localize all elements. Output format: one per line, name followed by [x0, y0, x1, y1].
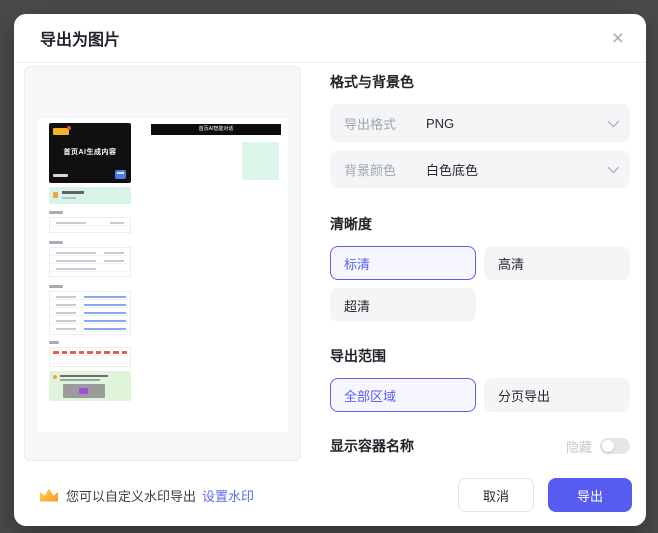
background-color-value: 白色底色 [426, 160, 478, 179]
close-icon[interactable]: × [608, 26, 628, 51]
preview-section-titlebar: 首页AI智能对话 [151, 124, 281, 135]
footer-buttons: 取消 导出 [458, 478, 632, 512]
background-color-label: 背景颜色 [344, 160, 426, 179]
preview-table-red-header [49, 347, 131, 367]
crown-icon [40, 489, 58, 502]
preview-cover-title: 首页AI生成内容 [49, 147, 131, 157]
preview-cover-badge-icon [115, 170, 126, 179]
clarity-options: 标清 高清 超清 [330, 246, 630, 322]
preview-highlight-banner [49, 187, 131, 204]
container-name-row: 显示容器名称 隐藏 [330, 436, 630, 456]
dialog-header: 导出为图片 × [14, 14, 646, 63]
range-option-all[interactable]: 全部区域 [330, 378, 476, 412]
settings-column: 格式与背景色 导出格式 PNG 背景颜色 白色底色 清晰度 标清 高清 超清 导… [330, 66, 630, 456]
container-name-label: 显示容器名称 [330, 436, 414, 456]
preview-cover-subtext [53, 174, 68, 177]
preview-note-box [49, 371, 131, 401]
clarity-section-heading: 清晰度 [330, 214, 630, 234]
preview-panel: 首页AI生成内容 首页AI智能对话 [24, 66, 301, 461]
export-image-dialog: 导出为图片 × 首页AI生成内容 首页AI智能对话 [14, 14, 646, 526]
chevron-down-icon [608, 162, 619, 173]
preview-note-image [63, 384, 105, 398]
export-button[interactable]: 导出 [548, 478, 632, 512]
watermark-hint-text: 您可以自定义水印导出 [66, 486, 196, 505]
preview-table [49, 217, 131, 233]
cancel-button[interactable]: 取消 [458, 478, 534, 512]
export-format-select[interactable]: 导出格式 PNG [330, 104, 630, 142]
format-section-heading: 格式与背景色 [330, 72, 630, 92]
clarity-option-hd[interactable]: 高清 [484, 246, 630, 280]
preview-mint-block [242, 142, 279, 180]
clarity-option-sd[interactable]: 标清 [330, 246, 476, 280]
dialog-title: 导出为图片 [40, 26, 120, 50]
export-format-value: PNG [426, 116, 454, 131]
preview-section-title: 首页AI智能对话 [199, 127, 234, 132]
preview-section-label [49, 241, 63, 244]
brand-logo-icon [53, 128, 69, 135]
preview-page-thumbnail: 首页AI生成内容 首页AI智能对话 [38, 119, 288, 432]
dialog-footer: 您可以自定义水印导出 设置水印 取消 导出 [14, 468, 646, 526]
banner-bullet-icon [53, 192, 58, 198]
toggle-state-label: 隐藏 [566, 437, 592, 456]
preview-table-links [49, 291, 131, 335]
clarity-option-uhd[interactable]: 超清 [330, 288, 476, 322]
preview-section-label [49, 285, 63, 288]
range-option-paged[interactable]: 分页导出 [484, 378, 630, 412]
set-watermark-link[interactable]: 设置水印 [202, 486, 254, 505]
preview-section-label [49, 341, 59, 344]
range-options: 全部区域 分页导出 [330, 378, 630, 412]
chevron-down-icon [608, 116, 619, 127]
background-color-select[interactable]: 背景颜色 白色底色 [330, 150, 630, 188]
preview-cover-card: 首页AI生成内容 [49, 123, 131, 183]
range-section-heading: 导出范围 [330, 346, 630, 366]
container-name-toggle[interactable] [600, 438, 630, 454]
export-format-label: 导出格式 [344, 114, 426, 133]
preview-section-label [49, 211, 63, 214]
note-bullet-icon [53, 375, 57, 379]
preview-table [49, 247, 131, 277]
